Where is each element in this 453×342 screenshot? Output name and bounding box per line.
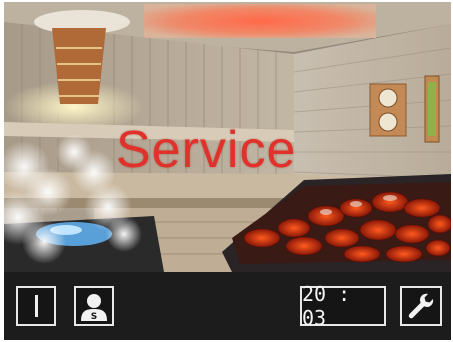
profile-letter: S: [91, 312, 97, 322]
clock-display[interactable]: 20 : 03: [300, 282, 386, 330]
device-frame: Service S 20 : 03: [0, 0, 453, 342]
sauna-background-image: Service: [4, 2, 451, 272]
bottom-toolbar: S 20 : 03: [4, 272, 451, 340]
power-icon: [34, 295, 38, 317]
user-profile-button[interactable]: S: [74, 286, 114, 326]
control-screen: Service S 20 : 03: [4, 2, 451, 340]
user-profile-icon: S: [81, 294, 107, 322]
service-button[interactable]: [400, 286, 442, 326]
service-mode-label: Service: [116, 121, 297, 179]
wrench-icon: [408, 293, 434, 319]
power-button[interactable]: [16, 286, 56, 326]
